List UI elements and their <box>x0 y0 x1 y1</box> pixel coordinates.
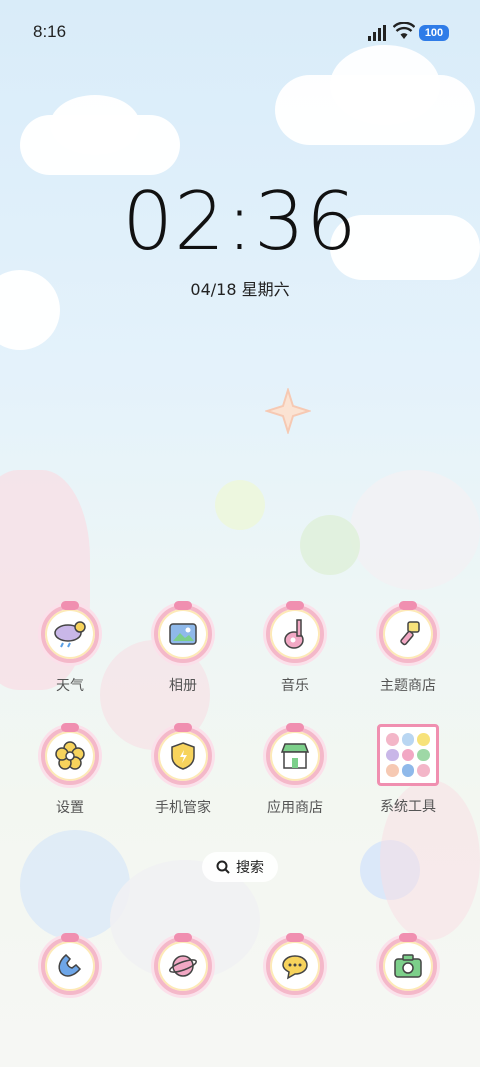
themes-icon <box>400 621 420 646</box>
dock-camera[interactable] <box>360 933 456 995</box>
bow-decoration <box>61 933 79 942</box>
search-label: 搜索 <box>236 860 264 876</box>
wifi-icon <box>393 22 415 39</box>
weather-icon-frame <box>41 601 99 663</box>
security-icon-frame <box>154 723 212 785</box>
app-store[interactable]: 应用商店 <box>247 723 343 817</box>
bow-decoration <box>286 933 304 942</box>
app-store-icon <box>280 743 310 769</box>
browser-icon <box>169 955 197 977</box>
browser-icon-frame <box>154 933 212 995</box>
system-tools-folder-icon <box>377 724 439 786</box>
themes-icon-frame <box>379 601 437 663</box>
gallery-icon-frame <box>154 601 212 663</box>
bow-decoration <box>61 601 79 610</box>
mini-app-icon <box>401 733 415 746</box>
mini-app-icon <box>417 733 430 746</box>
settings-icon <box>55 741 85 770</box>
app-label: 天气 <box>56 678 84 694</box>
app-weather[interactable]: 天气 <box>22 601 118 695</box>
search-icon <box>216 860 230 874</box>
battery-indicator: 100 <box>419 25 449 41</box>
clover-decoration <box>300 515 360 575</box>
bow-decoration <box>399 601 417 610</box>
bow-decoration <box>174 601 192 610</box>
camera-icon <box>394 954 422 978</box>
phone-icon <box>58 953 82 977</box>
mini-app-icon <box>417 748 430 762</box>
dock-browser[interactable] <box>135 933 231 995</box>
camera-icon-frame <box>379 933 437 995</box>
app-gallery[interactable]: 相册 <box>135 601 231 695</box>
bow-decoration <box>61 723 79 732</box>
security-icon <box>171 742 195 770</box>
flower-decoration <box>215 480 265 530</box>
cloud-decoration <box>50 95 140 155</box>
app-music[interactable]: 音乐 <box>247 601 343 695</box>
messages-icon <box>282 955 308 980</box>
mini-app-icon <box>386 748 399 762</box>
status-time: 8:16 <box>33 22 67 41</box>
mini-app-icon <box>401 748 415 762</box>
app-security[interactable]: 手机管家 <box>135 723 231 817</box>
mini-app-icon <box>401 764 415 777</box>
bunny-decoration <box>350 470 480 590</box>
bow-decoration <box>286 601 304 610</box>
settings-icon-frame <box>41 723 99 785</box>
app-label: 设置 <box>56 800 84 816</box>
phone-icon-frame <box>41 933 99 995</box>
app-settings[interactable]: 设置 <box>22 723 118 817</box>
bow-decoration <box>174 933 192 942</box>
weather-icon <box>54 621 86 648</box>
app-label: 主题商店 <box>380 678 436 694</box>
mini-app-icon <box>386 764 399 777</box>
messages-icon-frame <box>266 933 324 995</box>
app-label: 系统工具 <box>380 799 436 815</box>
lockscreen-date: 04/18 星期六 <box>190 280 290 299</box>
gallery-icon <box>169 623 197 645</box>
dock-phone[interactable] <box>22 933 118 995</box>
dock-messages[interactable] <box>247 933 343 995</box>
wallpaper <box>0 0 480 1067</box>
lockscreen-clock: 02:36 <box>122 175 358 268</box>
folder-system-tools[interactable]: 系统工具 <box>360 724 456 816</box>
cellular-signal-icon <box>368 25 386 41</box>
sparkle-decoration <box>265 388 311 434</box>
app-themes[interactable]: 主题商店 <box>360 601 456 695</box>
app-label: 手机管家 <box>155 800 211 816</box>
bow-decoration <box>399 933 417 942</box>
app-store-icon-frame <box>266 723 324 785</box>
app-label: 相册 <box>169 678 197 694</box>
bow-decoration <box>174 723 192 732</box>
music-icon-frame <box>266 601 324 663</box>
app-label: 音乐 <box>281 678 309 694</box>
mini-app-icon <box>386 733 399 746</box>
music-icon <box>284 619 304 649</box>
search-button[interactable]: 搜索 <box>202 852 278 882</box>
status-bar: 8:16 100 <box>0 0 480 66</box>
bow-decoration <box>286 723 304 732</box>
mini-app-icon <box>417 764 430 777</box>
app-label: 应用商店 <box>267 800 323 816</box>
